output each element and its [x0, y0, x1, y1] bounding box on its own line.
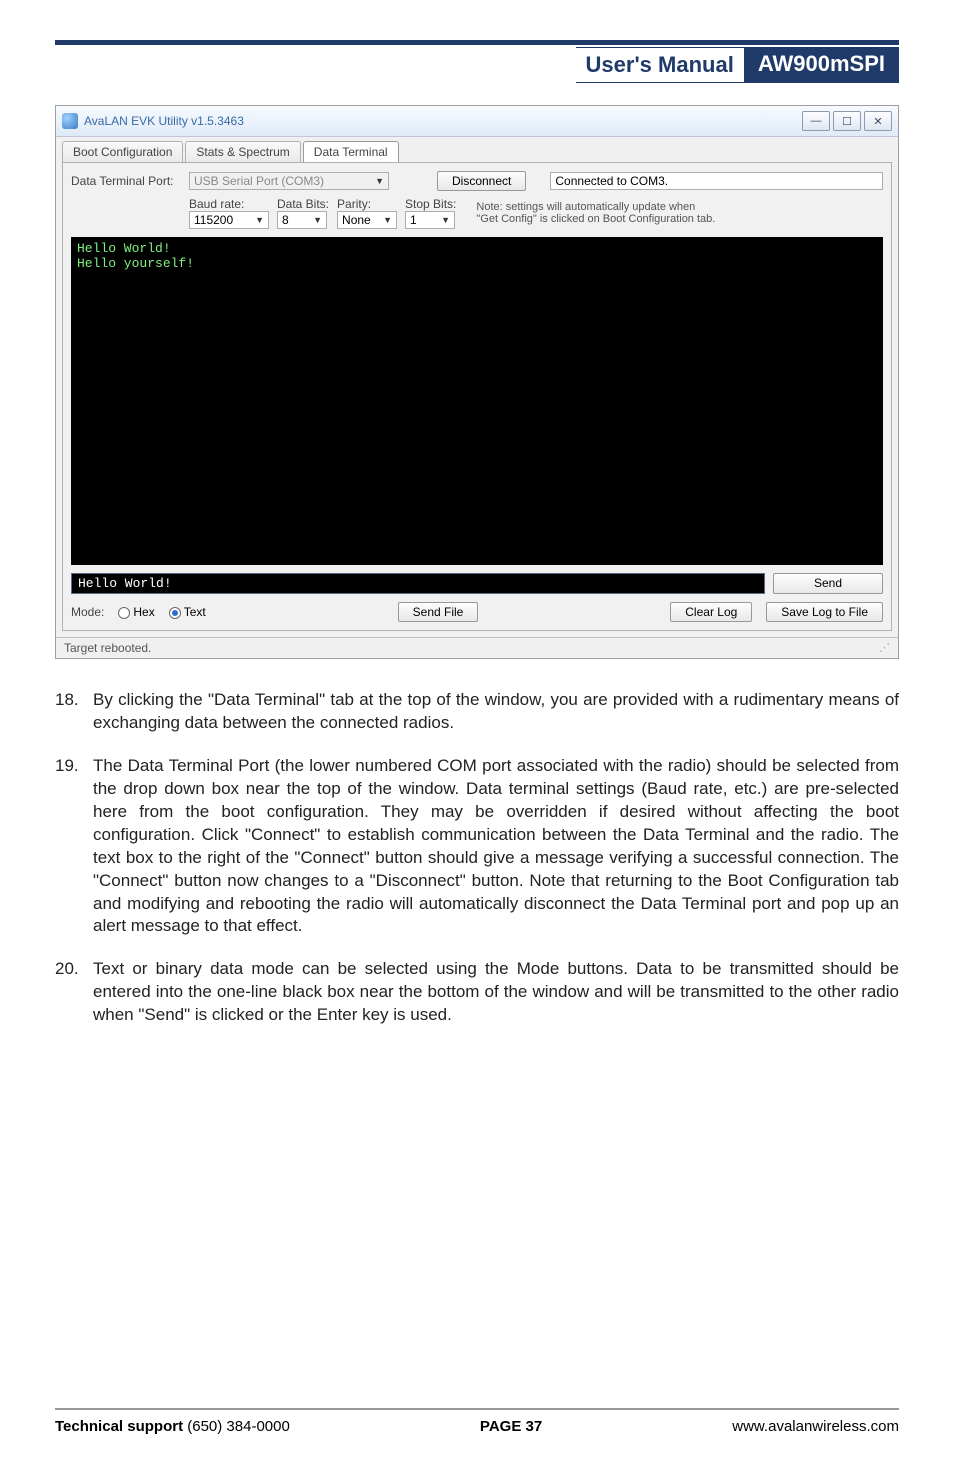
mode-text-label: Text	[184, 605, 206, 619]
mode-text-radio[interactable]: Text	[169, 605, 206, 619]
item-number-20: 20.	[55, 958, 93, 1027]
resize-grip-icon[interactable]: ⋰	[879, 641, 890, 655]
chevron-down-icon: ▼	[313, 215, 322, 225]
maximize-button[interactable]: ☐	[833, 111, 861, 131]
footer-center: PAGE 37	[480, 1418, 542, 1435]
app-icon	[62, 113, 78, 129]
footer-left: Technical support (650) 384-0000	[55, 1418, 290, 1435]
titlebar: AvaLAN EVK Utility v1.5.3463 — ☐ ✕	[56, 106, 898, 137]
baud-combo[interactable]: 115200 ▼	[189, 211, 269, 229]
document-body: 18. By clicking the "Data Terminal" tab …	[55, 689, 899, 1027]
page-footer: Technical support (650) 384-0000 PAGE 37…	[55, 1408, 899, 1435]
port-label: Data Terminal Port:	[71, 174, 181, 188]
clear-log-button[interactable]: Clear Log	[670, 602, 752, 622]
header-label: User's Manual	[576, 47, 744, 83]
item-text-20: Text or binary data mode can be selected…	[93, 958, 899, 1027]
save-log-button[interactable]: Save Log to File	[766, 602, 883, 622]
tab-strip: Boot Configuration Stats & Spectrum Data…	[56, 137, 898, 162]
port-combo-value: USB Serial Port (COM3)	[194, 174, 324, 188]
chevron-down-icon: ▼	[383, 215, 392, 225]
connection-status: Connected to COM3.	[550, 172, 883, 190]
port-combo[interactable]: USB Serial Port (COM3) ▼	[189, 172, 389, 190]
tab-stats-spectrum[interactable]: Stats & Spectrum	[185, 141, 300, 162]
item-number-18: 18.	[55, 689, 93, 735]
send-file-button[interactable]: Send File	[398, 602, 479, 622]
stopbits-combo[interactable]: 1 ▼	[405, 211, 455, 229]
header-bar: User's Manual AW900mSPI	[55, 47, 899, 83]
header-model: AW900mSPI	[744, 47, 899, 83]
databits-combo[interactable]: 8 ▼	[277, 211, 327, 229]
header-rule	[55, 40, 899, 45]
chevron-down-icon: ▼	[375, 176, 384, 186]
stopbits-label: Stop Bits:	[405, 197, 456, 211]
close-button[interactable]: ✕	[864, 111, 892, 131]
parity-value: None	[342, 213, 371, 227]
status-bar: Target rebooted. ⋰	[56, 637, 898, 658]
footer-left-rest: (650) 384-0000	[183, 1418, 290, 1435]
terminal-output: Hello World! Hello yourself!	[71, 237, 883, 565]
mode-label: Mode:	[71, 605, 104, 619]
status-text: Target rebooted.	[64, 641, 151, 655]
baud-value: 115200	[194, 213, 233, 227]
minimize-button[interactable]: —	[802, 111, 830, 131]
baud-label: Baud rate:	[189, 197, 269, 211]
item-text-18: By clicking the "Data Terminal" tab at t…	[93, 689, 899, 735]
window-title: AvaLAN EVK Utility v1.5.3463	[84, 114, 244, 128]
send-button[interactable]: Send	[773, 573, 883, 594]
chevron-down-icon: ▼	[441, 215, 450, 225]
data-terminal-panel: Data Terminal Port: USB Serial Port (COM…	[62, 162, 892, 631]
settings-note-line1: Note: settings will automatically update…	[476, 201, 715, 213]
footer-right: www.avalanwireless.com	[732, 1418, 899, 1435]
app-window: AvaLAN EVK Utility v1.5.3463 — ☐ ✕ Boot …	[55, 105, 899, 659]
item-text-19: The Data Terminal Port (the lower number…	[93, 755, 899, 939]
settings-note-line2: "Get Config" is clicked on Boot Configur…	[476, 213, 715, 225]
tab-boot-configuration[interactable]: Boot Configuration	[62, 141, 183, 162]
databits-value: 8	[282, 213, 289, 227]
mode-hex-label: Hex	[133, 605, 154, 619]
terminal-input[interactable]: Hello World!	[71, 573, 765, 594]
stopbits-value: 1	[410, 213, 417, 227]
databits-label: Data Bits:	[277, 197, 329, 211]
item-number-19: 19.	[55, 755, 93, 939]
footer-left-bold: Technical support	[55, 1418, 183, 1435]
tab-data-terminal[interactable]: Data Terminal	[303, 141, 399, 162]
chevron-down-icon: ▼	[255, 215, 264, 225]
mode-hex-radio[interactable]: Hex	[118, 605, 154, 619]
parity-combo[interactable]: None ▼	[337, 211, 397, 229]
parity-label: Parity:	[337, 197, 397, 211]
disconnect-button[interactable]: Disconnect	[437, 171, 526, 191]
